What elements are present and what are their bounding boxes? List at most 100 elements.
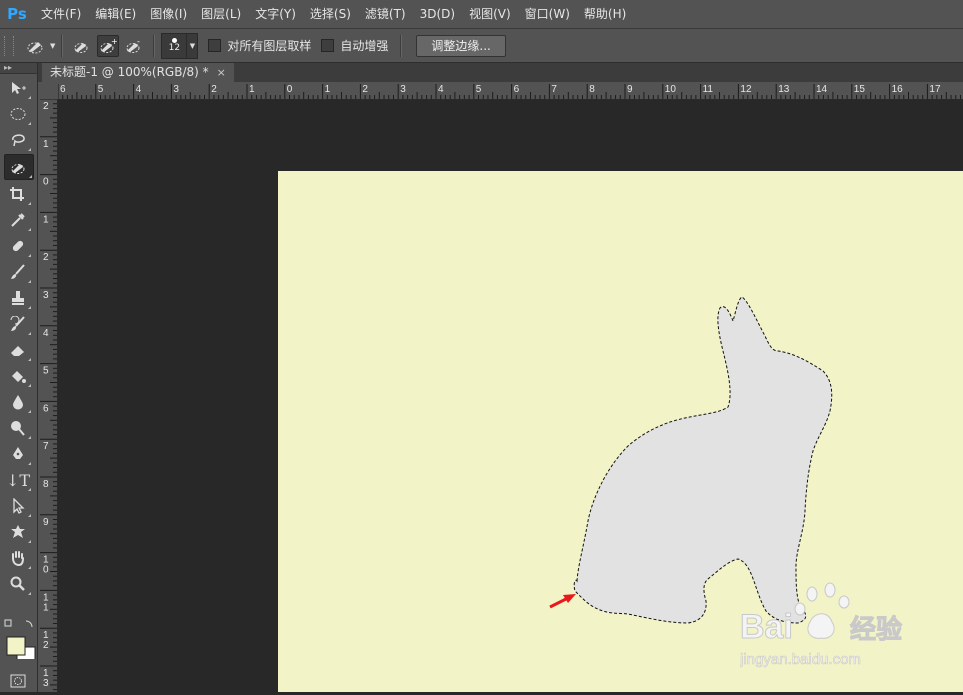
marquee-tool-icon[interactable] [4,102,32,126]
zoom-tool-icon[interactable] [4,572,32,596]
watermark-brand: Bai [740,608,793,646]
quick-selection-preset-icon [27,41,43,53]
options-bar: ▼ + - 12 ▼ 对所有图层取样 自动增强 调整边缘... [0,29,963,63]
document-tab-bar: 未标题-1 @ 100%(RGB/8) * × [38,63,963,83]
ruler-label: 16 [892,84,904,95]
custom-shape-tool-icon[interactable] [4,520,32,544]
path-selection-tool-icon[interactable] [4,494,32,518]
ruler-label: 0 [43,177,49,188]
ruler-label: 9 [627,84,633,95]
ruler-label: 14 [816,84,828,95]
menu-window[interactable]: 窗口(W) [518,0,577,28]
baidu-jingyan-watermark: Bai 经验 jingyan.baidu.com [739,582,960,672]
menu-select[interactable]: 选择(S) [303,0,358,28]
ruler-label: 6 [514,84,520,95]
menu-bar: Ps 文件(F) 编辑(E) 图像(I) 图层(L) 文字(Y) 选择(S) 滤… [0,0,963,29]
lasso-tool-icon[interactable] [4,128,32,152]
svg-text:+: + [111,38,117,46]
menu-help[interactable]: 帮助(H) [577,0,633,28]
ruler-label: 5 [476,84,482,95]
move-tool-icon[interactable] [4,76,32,100]
horizontal-ruler-ticks: 6 5 4 3 2 1 0 1 2 3 4 5 6 7 8 9 10 11 12 13 14 15 16 17 [58,84,961,99]
pen-tool-icon[interactable] [4,442,32,466]
tool-preset-picker[interactable]: ▼ [26,37,55,55]
subtract-from-selection-mode-button[interactable]: - [123,35,145,57]
new-selection-mode-button[interactable] [71,35,93,57]
blur-tool-icon[interactable] [4,390,32,414]
menu-image[interactable]: 图像(I) [143,0,194,28]
tools-panel-header[interactable]: ▸▸ [0,63,37,74]
sample-all-layers-checkbox[interactable]: 对所有图层取样 [208,37,311,54]
auto-enhance-label: 自动增强 [340,39,389,53]
auto-enhance-checkbox[interactable]: 自动增强 [321,37,388,54]
add-to-selection-mode-button[interactable]: + [97,34,120,57]
svg-text:-: - [137,38,140,46]
menu-type[interactable]: 文字(Y) [248,0,303,28]
brush-select-icon [74,42,88,53]
tools-panel: ▸▸ ↓T [0,63,38,692]
ruler-label: 4 [438,84,444,95]
ruler-origin[interactable] [38,82,58,100]
ruler-label: 9 [43,517,49,528]
menu-edit[interactable]: 编辑(E) [88,0,143,28]
history-brush-tool-icon[interactable] [4,312,32,336]
ruler-label: 1 [43,139,49,150]
menu-file[interactable]: 文件(F) [34,0,88,28]
brush-tool-icon[interactable] [4,260,32,284]
quick-mask-icon[interactable] [4,669,32,693]
color-swatches [4,619,36,666]
ruler-label: 2 [362,84,368,95]
ruler-label: 5 [98,84,104,95]
ruler-label: 10 [665,84,677,95]
ruler-label: 0 [287,84,293,95]
brush-subtract-icon: - [126,38,140,53]
close-icon[interactable]: × [217,63,226,82]
ruler-label: 3 [43,678,49,689]
eraser-tool-icon[interactable] [4,338,32,362]
menu-layer[interactable]: 图层(L) [194,0,248,28]
ruler-label: 4 [43,328,49,339]
refine-edge-button[interactable]: 调整边缘... [416,34,506,57]
ruler-label: 1 [325,84,331,95]
menu-3d[interactable]: 3D(D) [413,0,462,28]
eyedropper-tool-icon[interactable] [4,208,32,232]
vertical-ruler[interactable]: 21012345678910111213 [38,99,58,692]
options-grip[interactable] [4,35,14,56]
watermark-url: jingyan.baidu.com [740,651,861,668]
crop-tool-icon[interactable] [4,182,32,206]
app-logo: Ps [7,5,27,23]
ruler-label: 1 [43,214,49,225]
default-colors-icon [4,619,12,627]
baidu-logo: Bai 经验 jingyan.baidu.com [739,582,903,668]
rabbit-selection[interactable] [573,296,833,624]
ruler-label: 13 [778,84,790,95]
ruler-label: 17 [929,84,941,95]
chevron-down-icon: ▼ [189,41,196,50]
dodge-tool-icon[interactable] [4,416,32,440]
horizontal-ruler[interactable]: 6 5 4 3 2 1 0 1 2 3 4 5 6 7 8 9 10 11 12 13 14 15 16 17 [58,82,963,100]
clone-stamp-tool-icon[interactable] [4,286,32,310]
ruler-label: 8 [43,479,49,490]
divider [153,34,156,57]
paint-bucket-tool-icon[interactable] [4,364,32,388]
type-tool-icon[interactable]: ↓T [4,468,32,492]
brush-picker-dropdown[interactable]: ▼ [187,32,199,59]
menu-filter[interactable]: 滤镜(T) [358,0,413,28]
hand-tool-icon[interactable] [4,546,32,570]
divider [400,34,403,57]
checkbox-box[interactable] [321,39,335,52]
ruler-label: 3 [400,84,406,95]
document-tab[interactable]: 未标题-1 @ 100%(RGB/8) * × [42,63,234,82]
ruler-label: 5 [43,366,49,377]
ruler-label: 2 [211,84,217,95]
healing-brush-tool-icon[interactable] [4,234,32,258]
brush-size-picker[interactable]: 12 [161,32,188,59]
checkbox-box[interactable] [208,39,222,52]
sample-all-layers-label: 对所有图层取样 [227,39,312,53]
color-picker-widget[interactable] [4,619,36,666]
foreground-color-swatch[interactable] [6,636,26,656]
brush-size-value: 12 [168,43,181,53]
menu-view[interactable]: 视图(V) [462,0,518,28]
quick-selection-tool-icon[interactable] [4,154,34,180]
ruler-label: 7 [551,84,557,95]
